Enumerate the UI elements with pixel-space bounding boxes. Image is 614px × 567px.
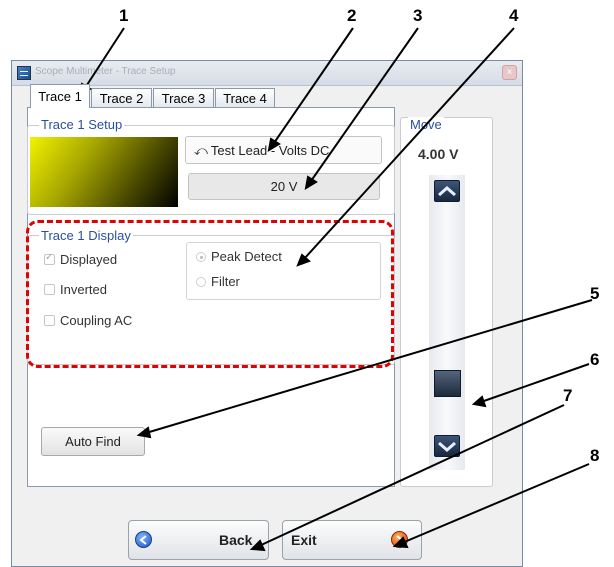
highlight-dashed-box [26,220,394,368]
back-button[interactable]: Back [128,520,269,560]
callout-2: 2 [347,6,357,25]
move-up-button[interactable] [434,180,460,202]
auto-find-label: Auto Find [65,434,121,449]
tab-trace-2[interactable]: Trace 2 [91,88,152,107]
callout-4: 4 [509,6,519,25]
move-down-button[interactable] [434,435,460,457]
tab-trace-1[interactable]: Trace 1 [30,84,90,108]
auto-find-button[interactable]: Auto Find [41,427,145,456]
callout-6: 6 [590,350,600,369]
trace-color-swatch[interactable] [30,137,178,207]
test-lead-icon: ⤺ [194,143,208,158]
scale-value: 20 V [270,179,298,194]
test-lead-field[interactable]: ⤺ Test Lead - Volts DC [185,136,382,164]
title-bar: Scope Multimeter - Trace Setup × [12,61,522,86]
trace-setup-legend: Trace 1 Setup [39,117,125,132]
callout-5: 5 [590,284,600,303]
callout-8: 8 [590,446,600,465]
chevron-up-icon [438,186,456,197]
scale-field[interactable]: 20 V [188,173,380,200]
back-label: Back [219,532,253,548]
test-lead-label: Test Lead - Volts DC [210,143,330,158]
exit-arrow-icon [391,531,408,548]
move-value: 4.00 V [418,146,459,162]
move-legend: Move [408,117,444,132]
move-slider-track[interactable] [429,175,465,470]
tab-trace-4[interactable]: Trace 4 [215,88,275,107]
callout-1: 1 [119,6,129,25]
exit-label: Exit [291,532,317,548]
back-arrow-icon [135,531,152,548]
close-icon[interactable]: × [502,65,517,80]
callout-7: 7 [563,386,573,405]
callout-3: 3 [413,6,423,25]
app-icon [17,66,31,80]
chevron-down-icon [438,441,456,452]
tab-trace-3[interactable]: Trace 3 [153,88,214,107]
exit-button[interactable]: Exit [282,520,422,560]
window-title: Scope Multimeter - Trace Setup [35,66,176,77]
move-slider-handle[interactable] [434,370,461,397]
